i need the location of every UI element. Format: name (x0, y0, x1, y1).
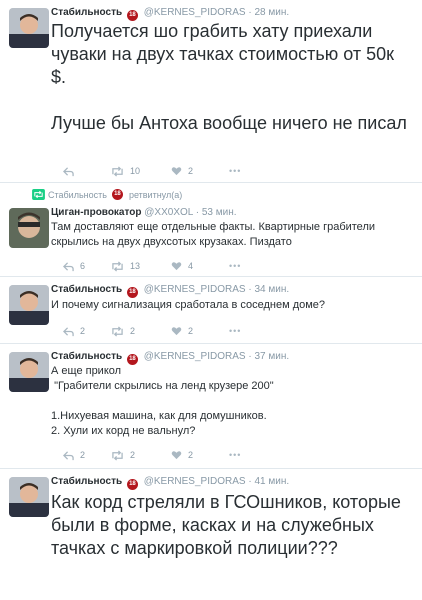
retweet-icon (112, 325, 123, 337)
tweet-text: Как корд стреляли в ГСОшников, которые б… (51, 492, 406, 558)
reply-button[interactable]: 2 (63, 324, 85, 338)
avatar[interactable] (9, 477, 49, 517)
like-count: 2 (188, 450, 194, 460)
tweet[interactable]: Стабильность 18 @KERNES_PIDORAS · 28 мин… (0, 0, 422, 183)
tweet-text: Получается шо грабить хату приехали чува… (51, 21, 407, 133)
more-button[interactable]: ••• (229, 448, 241, 462)
author-name[interactable]: Стабильность (51, 351, 122, 362)
person-avatar-icon (9, 285, 49, 325)
tweet-header: Циган-провокатор @XX0XOL · 53 мин. (51, 207, 237, 219)
tweet[interactable]: Стабильность 18 @KERNES_PIDORAS · 37 мин… (0, 344, 422, 469)
retweet-count: 13 (130, 261, 141, 271)
like-button[interactable]: 2 (171, 324, 193, 338)
heart-icon (171, 262, 182, 271)
person-avatar-icon (9, 8, 49, 48)
age-18-badge-icon: 18 (126, 287, 138, 298)
heart-icon (171, 327, 182, 336)
retweet-icon (112, 165, 123, 177)
more-icon: ••• (229, 166, 242, 176)
retweeter-name[interactable]: Стабильность (48, 190, 107, 200)
author-name[interactable]: Стабильность (51, 7, 122, 18)
tweet-text: А еще прикол "Грабители скрылись на ленд… (51, 365, 274, 437)
tweet[interactable]: Стабильность 18 ретвитнул(а) Циган-прово… (0, 183, 422, 277)
author-handle[interactable]: @KERNES_PIDORAS (144, 476, 246, 487)
reply-button[interactable] (63, 164, 74, 178)
like-count: 2 (188, 326, 194, 336)
retweet-button[interactable]: 10 (111, 164, 140, 178)
avatar[interactable] (9, 285, 49, 325)
author-name[interactable]: Циган-провокатор (51, 207, 141, 218)
person-avatar-icon (9, 208, 49, 248)
author-handle[interactable]: @XX0XOL (144, 207, 193, 218)
separator-dot: · (248, 7, 252, 18)
like-button[interactable]: 2 (171, 164, 193, 178)
like-button[interactable]: 4 (171, 259, 193, 273)
retweet-action-label: ретвитнул(а) (128, 189, 183, 200)
more-icon: ••• (229, 261, 242, 271)
author-name[interactable]: Стабильность (51, 476, 122, 487)
tweet[interactable]: Стабильность 18 @KERNES_PIDORAS · 34 мин… (0, 277, 422, 344)
reply-icon (63, 261, 74, 271)
author-handle[interactable]: @KERNES_PIDORAS (144, 284, 246, 295)
avatar[interactable] (9, 208, 49, 248)
tweet-timestamp[interactable]: 28 мин. (254, 7, 289, 18)
reply-count: 6 (80, 261, 86, 271)
tweet-timestamp[interactable]: 53 мин. (202, 207, 237, 218)
like-button[interactable]: 2 (171, 448, 193, 462)
reply-button[interactable]: 2 (63, 448, 85, 462)
avatar[interactable] (9, 352, 49, 392)
separator-dot: · (248, 476, 252, 487)
tweet-text: Там доставляют еще отдельные факты. Квар… (51, 221, 379, 248)
age-18-badge-icon: 18 (126, 479, 138, 490)
more-button[interactable]: ••• (229, 324, 241, 338)
reply-button[interactable]: 6 (63, 259, 85, 273)
author-handle[interactable]: @KERNES_PIDORAS (144, 7, 246, 18)
avatar[interactable] (9, 8, 49, 48)
reply-icon (63, 450, 74, 460)
separator-dot: · (195, 207, 200, 218)
retweet-button[interactable]: 13 (111, 259, 140, 273)
more-button[interactable]: ••• (229, 259, 241, 273)
tweet-text: И почему сигнализация сработала в соседн… (51, 299, 326, 311)
tweet-timestamp[interactable]: 41 мин. (254, 476, 289, 487)
reply-count: 2 (80, 326, 86, 336)
tweet-header: Стабильность 18 @KERNES_PIDORAS · 37 мин… (51, 351, 289, 365)
author-name[interactable]: Стабильность (51, 284, 122, 295)
tweet-header: Стабильность 18 @KERNES_PIDORAS · 34 мин… (51, 284, 289, 298)
person-avatar-icon (9, 477, 49, 517)
person-avatar-icon (9, 352, 49, 392)
retweet-count: 2 (130, 450, 136, 460)
tweet[interactable]: Стабильность 18 @KERNES_PIDORAS · 41 мин… (0, 469, 422, 600)
reply-icon (63, 326, 74, 336)
author-handle[interactable]: @KERNES_PIDORAS (144, 351, 246, 362)
like-count: 2 (188, 166, 194, 176)
tweet-header: Стабильность 18 @KERNES_PIDORAS · 28 мин… (51, 7, 289, 21)
more-icon: ••• (229, 450, 242, 460)
retweet-count: 10 (130, 166, 141, 176)
heart-icon (171, 167, 182, 176)
like-count: 4 (188, 261, 194, 271)
reply-count: 2 (80, 450, 86, 460)
retweet-context-icon (32, 189, 45, 200)
more-icon: ••• (229, 326, 242, 336)
separator-dot: · (248, 284, 252, 295)
retweet-icon (112, 449, 123, 461)
age-18-badge-icon: 18 (111, 189, 123, 200)
heart-icon (171, 451, 182, 460)
retweet-context: Стабильность 18 ретвитнул(а) (32, 189, 182, 200)
retweet-icon (112, 260, 123, 272)
retweet-button[interactable]: 2 (111, 448, 135, 462)
tweet-header: Стабильность 18 @KERNES_PIDORAS · 41 мин… (51, 476, 289, 490)
more-button[interactable]: ••• (229, 164, 241, 178)
retweet-count: 2 (130, 326, 136, 336)
reply-icon (63, 166, 74, 176)
retweet-button[interactable]: 2 (111, 324, 135, 338)
tweet-timestamp[interactable]: 34 мин. (254, 284, 289, 295)
separator-dot: · (248, 351, 252, 362)
tweet-timestamp[interactable]: 37 мин. (254, 351, 289, 362)
